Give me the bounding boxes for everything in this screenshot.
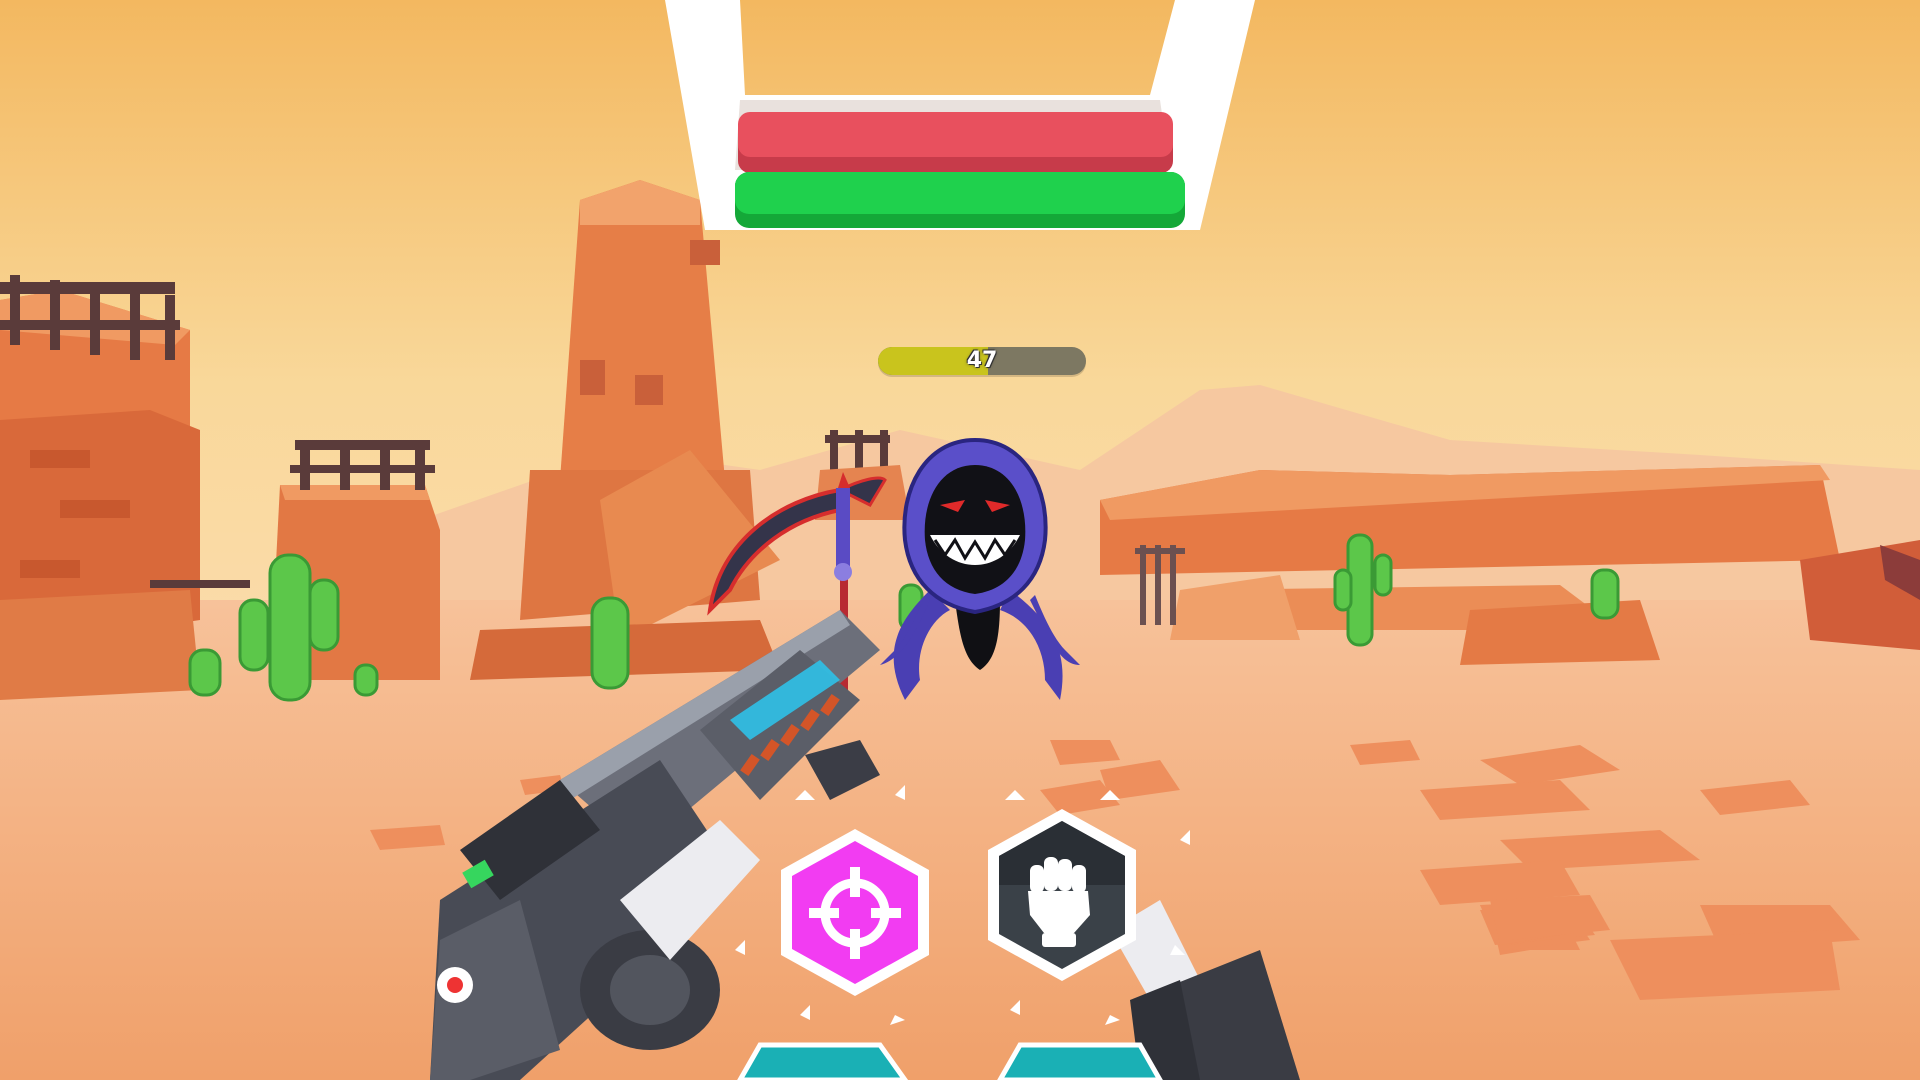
ability-slot-3[interactable]	[737, 1042, 909, 1080]
punch-ability-button[interactable]	[982, 805, 1142, 985]
enemy-health-bar: 47	[878, 347, 1086, 375]
aim-ability-button[interactable]	[775, 825, 935, 1000]
player-health-bars	[735, 112, 1185, 228]
ability-slot-4[interactable]	[997, 1042, 1163, 1080]
enemy-health-value: 47	[966, 348, 998, 373]
game-viewport	[0, 0, 1920, 1080]
